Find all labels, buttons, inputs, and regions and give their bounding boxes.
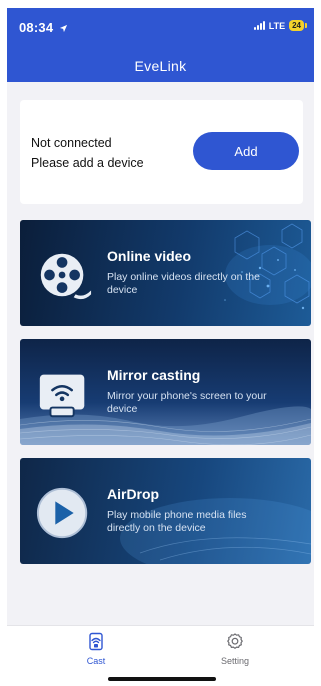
tab-cast[interactable]: Cast bbox=[56, 632, 136, 666]
battery-icon: 24 bbox=[289, 20, 307, 31]
network-type: LTE bbox=[268, 20, 286, 31]
online-video-description: Play online videos directly on the devic… bbox=[107, 271, 260, 296]
page-title: EveLink bbox=[134, 58, 187, 74]
location-arrow-icon bbox=[59, 24, 68, 33]
connection-status: Not connected bbox=[31, 136, 112, 150]
signal-icon bbox=[253, 21, 265, 30]
play-icon bbox=[36, 487, 88, 539]
battery-level: 24 bbox=[292, 21, 301, 30]
airdrop-card[interactable]: AirDrop Play mobile phone media files di… bbox=[20, 458, 311, 564]
screen-mirror-icon bbox=[39, 374, 85, 418]
tab-cast-label: Cast bbox=[86, 656, 106, 666]
status-indicators: LTE 24 bbox=[253, 20, 307, 31]
add-device-button[interactable]: Add bbox=[193, 132, 299, 170]
connection-hint: Please add a device bbox=[31, 156, 144, 170]
status-time-text: 08:34 bbox=[19, 20, 54, 35]
film-reel-icon bbox=[40, 253, 92, 300]
online-video-card[interactable]: Online video Play online videos directly… bbox=[20, 220, 311, 326]
airdrop-title: AirDrop bbox=[107, 486, 160, 502]
app-header: 08:34 LTE 24 EveLink bbox=[7, 8, 314, 82]
mirror-casting-title: Mirror casting bbox=[107, 367, 201, 383]
device-status-card: Not connected Please add a device Add bbox=[20, 100, 303, 204]
main-content: Not connected Please add a device Add On… bbox=[7, 82, 314, 625]
online-video-title: Online video bbox=[107, 248, 192, 264]
airdrop-description: Play mobile phone media files directly o… bbox=[107, 509, 247, 534]
tab-setting-label: Setting bbox=[220, 656, 250, 666]
mirror-casting-card[interactable]: Mirror casting Mirror your phone's scree… bbox=[20, 339, 311, 445]
home-indicator bbox=[108, 677, 216, 681]
status-bar: 08:34 LTE 24 bbox=[7, 8, 314, 42]
gear-icon bbox=[227, 633, 243, 649]
tab-setting[interactable]: Setting bbox=[195, 632, 275, 666]
mirror-casting-description: Mirror your phone's screen to your devic… bbox=[107, 390, 267, 415]
status-time: 08:34 bbox=[19, 20, 68, 35]
cast-icon bbox=[89, 632, 103, 651]
